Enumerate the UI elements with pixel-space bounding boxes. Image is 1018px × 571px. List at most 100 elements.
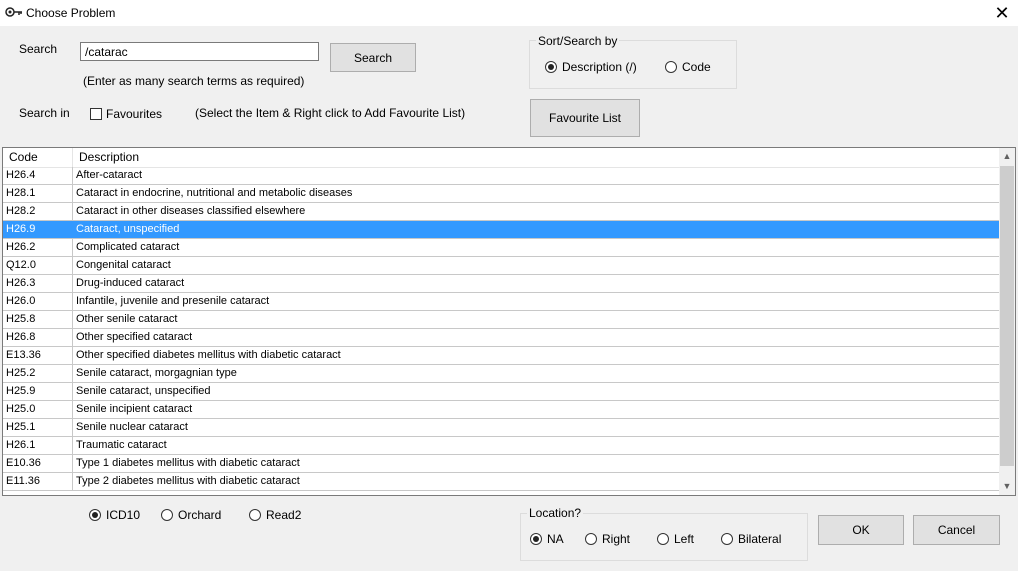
favourite-list-button[interactable]: Favourite List [530,99,640,137]
table-row[interactable]: E10.36 Type 1 diabetes mellitus with diab… [3,455,999,473]
cell-code: H26.4 [3,167,73,184]
cell-code: E11.36 [3,473,73,490]
cell-description: Cataract in endocrine, nutritional and m… [76,187,353,199]
radio-location-bilateral[interactable] [721,533,733,545]
sort-option-description[interactable]: Description (/) [545,60,637,74]
table-row[interactable]: E13.36 Other specified diabetes mellitus … [3,347,999,365]
search-label: Search [19,42,58,56]
table-row[interactable]: H26.3 Drug-induced cataract [3,275,999,293]
location-option-left[interactable]: Left [657,532,694,546]
coding-option-label: Read2 [266,508,302,522]
cell-description: Senile nuclear cataract [76,421,188,433]
table-row[interactable]: Q12.0 Congenital cataract [3,257,999,275]
location-option-label: Right [602,532,631,546]
cell-description: Other specified cataract [76,331,193,343]
cell-code: H28.1 [3,185,73,202]
coding-option-read2[interactable]: Read2 [249,508,301,522]
radio-orchard[interactable] [161,509,173,521]
table-row[interactable]: H26.4 After-cataract [3,167,999,185]
search-hint: (Enter as many search terms as required) [83,74,305,88]
vertical-scrollbar[interactable]: ▲ ▼ [999,148,1015,495]
table-row[interactable]: H25.0 Senile incipient cataract [3,401,999,419]
cell-code: H25.9 [3,383,73,400]
close-icon: ✕ [994,3,1010,23]
scroll-down-icon[interactable]: ▼ [999,478,1015,495]
cell-description: Senile cataract, unspecified [76,385,211,397]
cell-code: H26.2 [3,239,73,256]
cell-code: H26.0 [3,293,73,310]
column-header-description[interactable]: Description [73,148,999,167]
cell-description: Type 2 diabetes mellitus with diabetic c… [76,475,300,487]
sort-group-title: Sort/Search by [536,34,620,48]
location-option-bilateral[interactable]: Bilateral [721,532,781,546]
table-row[interactable]: H25.9 Senile cataract, unspecified [3,383,999,401]
location-option-right[interactable]: Right [585,532,630,546]
cell-code: H28.2 [3,203,73,220]
cell-description: Congenital cataract [76,259,171,271]
favourites-hint: (Select the Item & Right click to Add Fa… [195,106,466,120]
scroll-thumb[interactable] [1000,166,1014,466]
cell-code: E13.36 [3,347,73,364]
sort-option-label: Description (/) [562,60,637,74]
table-row[interactable]: E11.36 Type 2 diabetes mellitus with diab… [3,473,999,491]
close-button[interactable]: ✕ [988,2,1016,24]
radio-location-left[interactable] [657,533,669,545]
radio-sort-code[interactable] [665,61,677,73]
table-row[interactable]: H25.8 Other senile cataract [3,311,999,329]
favourites-label: Favourites [106,107,163,121]
table-row[interactable]: H28.1 Cataract in endocrine, nutritional … [3,185,999,203]
cell-description: Infantile, juvenile and presenile catara… [76,295,270,307]
favourites-checkbox[interactable] [90,108,102,120]
cell-description: Traumatic cataract [76,439,167,451]
location-option-na[interactable]: NA [530,532,564,546]
cell-code: H25.0 [3,401,73,418]
coding-option-icd10[interactable]: ICD10 [89,508,140,522]
table-row[interactable]: H26.1 Traumatic cataract [3,437,999,455]
column-header-code[interactable]: Code [3,148,73,167]
search-input[interactable] [80,42,319,61]
cell-code: H26.3 [3,275,73,292]
ok-button[interactable]: OK [818,515,904,545]
cell-description: After-cataract [76,169,143,181]
cell-code: H25.8 [3,311,73,328]
table-row[interactable]: H28.2 Cataract in other diseases classifi… [3,203,999,221]
table-row[interactable]: H26.0 Infantile, juvenile and presenile c… [3,293,999,311]
cell-description: Other senile cataract [76,313,178,325]
cell-code: H26.9 [3,221,73,238]
cell-description: Senile incipient cataract [76,403,193,415]
radio-sort-description[interactable] [545,61,557,73]
table-row[interactable]: H26.9 Cataract, unspecified [3,221,999,239]
scroll-up-icon[interactable]: ▲ [999,148,1015,165]
coding-option-label: Orchard [178,508,222,522]
stethoscope-icon [5,7,22,17]
cell-description: Cataract in other diseases classified el… [76,205,306,217]
cell-code: H26.1 [3,437,73,454]
sort-option-code[interactable]: Code [665,60,711,74]
table-row[interactable]: H26.8 Other specified cataract [3,329,999,347]
location-option-label: Left [674,532,695,546]
table-row[interactable]: H25.2 Senile cataract, morgagnian type [3,365,999,383]
cancel-button[interactable]: Cancel [913,515,1000,545]
cell-code: H26.8 [3,329,73,346]
cell-description: Complicated cataract [76,241,180,253]
cell-description: Type 1 diabetes mellitus with diabetic c… [76,457,300,469]
table-row[interactable]: H25.1 Senile nuclear cataract [3,419,999,437]
location-option-label: Bilateral [738,532,782,546]
problem-list[interactable]: Code Description H26.4 After-cataract H28.… [2,147,1016,496]
cell-description: Cataract, unspecified [76,223,180,235]
radio-icd10[interactable] [89,509,101,521]
radio-location-right[interactable] [585,533,597,545]
search-button[interactable]: Search [330,43,416,72]
cell-code: Q12.0 [3,257,73,274]
coding-option-orchard[interactable]: Orchard [161,508,221,522]
table-row[interactable]: H26.2 Complicated cataract [3,239,999,257]
sort-option-label: Code [682,60,711,74]
cell-code: H25.2 [3,365,73,382]
window-title: Choose Problem [26,6,116,20]
radio-read2[interactable] [249,509,261,521]
search-in-label: Search in [19,106,70,120]
location-group-title: Location? [527,506,584,520]
cell-code: H25.1 [3,419,73,436]
title-bar: Choose Problem ✕ [0,0,1018,26]
radio-location-na[interactable] [530,533,542,545]
